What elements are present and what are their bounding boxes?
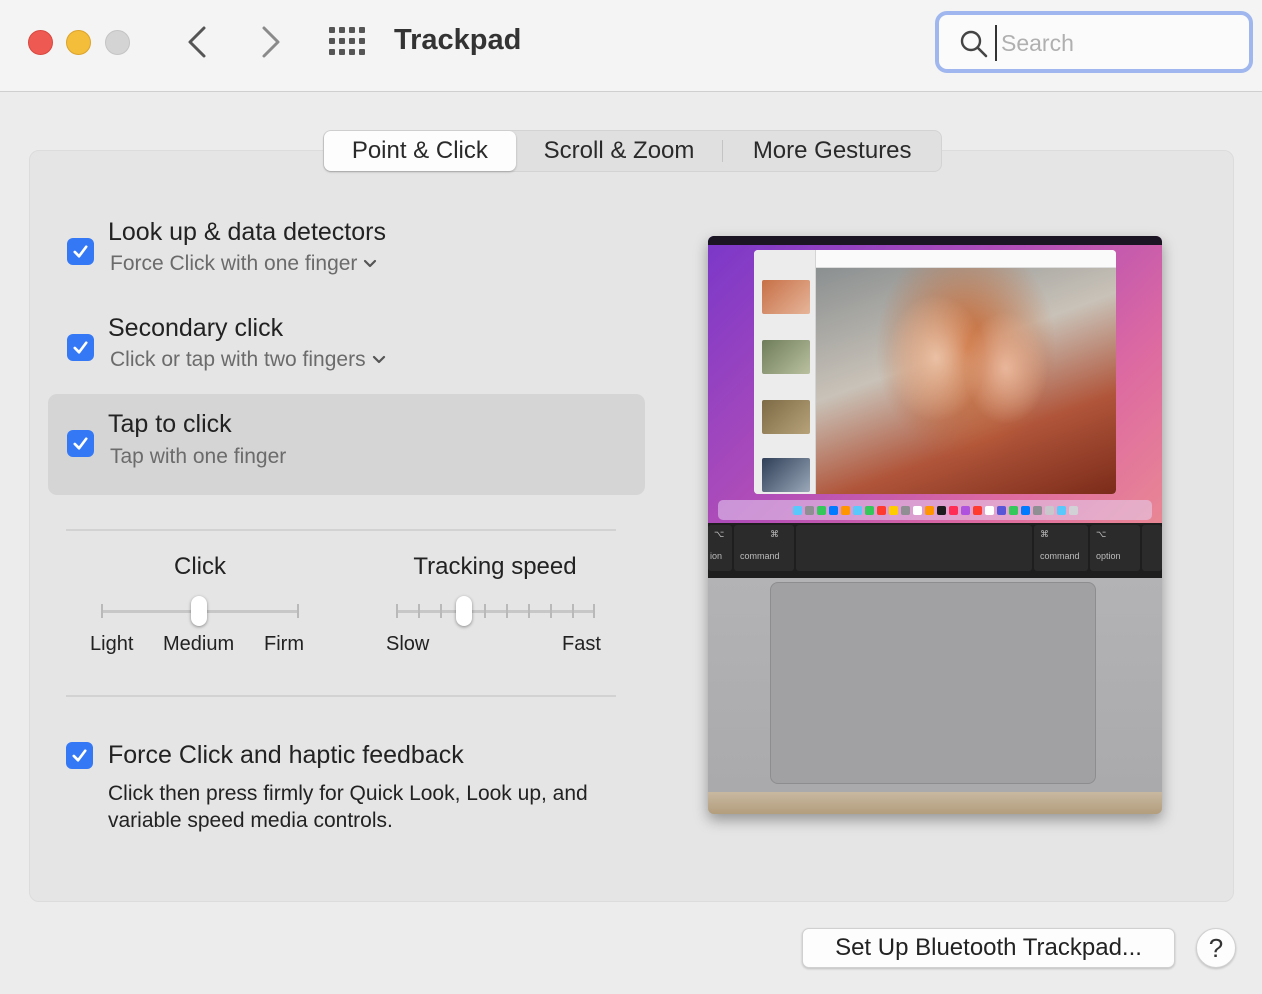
- tab-scroll-and-zoom[interactable]: Scroll & Zoom: [516, 131, 723, 171]
- slider-tick: [506, 604, 508, 618]
- gesture-preview-video: ⌥ ion ⌘ command ⌘ command ⌥ option: [708, 236, 1162, 814]
- tracking-label-slow: Slow: [386, 633, 430, 655]
- set-up-bluetooth-trackpad-button[interactable]: Set Up Bluetooth Trackpad...: [802, 928, 1175, 968]
- section-divider: [66, 529, 616, 531]
- force-click-checkbox[interactable]: [66, 742, 93, 769]
- chevron-down-icon: [372, 356, 385, 364]
- preview-thumbnail: [762, 340, 810, 374]
- slider-tick: [101, 604, 103, 618]
- tracking-speed-title: Tracking speed: [413, 553, 577, 580]
- secondary-click-title: Secondary click: [108, 314, 284, 342]
- chevron-right-icon: [262, 26, 280, 58]
- help-button[interactable]: ?: [1196, 928, 1236, 968]
- preview-sidebar: [754, 250, 816, 494]
- preview-thumbnail: [762, 400, 810, 434]
- search-input[interactable]: [995, 25, 1235, 61]
- preview-menubar: [708, 236, 1162, 245]
- tap-to-click-subtitle: Tap with one finger: [110, 445, 287, 468]
- slider-tick: [528, 604, 530, 618]
- preview-screen: [708, 236, 1162, 523]
- click-label-medium: Medium: [163, 633, 235, 655]
- tab-point-and-click[interactable]: Point & Click: [324, 131, 516, 171]
- chevron-down-icon: [364, 260, 377, 268]
- search-icon: [960, 30, 988, 58]
- slider-tick: [297, 604, 299, 618]
- slider-tick: [484, 604, 486, 618]
- tab-more-gestures[interactable]: More Gestures: [723, 131, 941, 171]
- preview-thumbnail: [762, 280, 810, 314]
- close-window-button[interactable]: [28, 30, 53, 55]
- preview-key: ⌘ command: [1034, 525, 1088, 571]
- secondary-click-checkbox[interactable]: [67, 334, 94, 361]
- lookup-subtitle: Force Click with one finger: [110, 252, 358, 275]
- preview-table-edge: [708, 792, 1162, 814]
- preview-key: [1142, 525, 1162, 571]
- slider-tick: [418, 604, 420, 618]
- click-label-firm: Firm: [264, 633, 304, 655]
- preview-thumbnail: [762, 458, 810, 492]
- click-slider-knob[interactable]: [191, 596, 207, 626]
- preview-key: ⌘ command: [734, 525, 794, 571]
- preview-key: ⌥ ion: [708, 525, 732, 571]
- checkmark-icon: [72, 749, 87, 762]
- slider-tick: [572, 604, 574, 618]
- slider-tick: [593, 604, 595, 618]
- section-divider: [66, 695, 616, 697]
- preview-keyboard: ⌥ ion ⌘ command ⌘ command ⌥ option: [708, 523, 1162, 578]
- checkmark-icon: [73, 341, 88, 354]
- minimize-window-button[interactable]: [66, 30, 91, 55]
- preview-dock: [718, 500, 1152, 520]
- tracking-speed-slider[interactable]: [396, 596, 595, 626]
- tap-to-click-checkbox[interactable]: [67, 430, 94, 457]
- title-bar: Trackpad: [0, 0, 1262, 92]
- slider-tick: [550, 604, 552, 618]
- slider-tick: [440, 604, 442, 618]
- lookup-checkbox[interactable]: [67, 238, 94, 265]
- show-all-button[interactable]: [328, 26, 366, 56]
- secondary-click-gesture-popup[interactable]: Click or tap with two fingers: [110, 348, 386, 372]
- checkmark-icon: [73, 437, 88, 450]
- click-slider[interactable]: [101, 596, 299, 626]
- checkmark-icon: [73, 245, 88, 258]
- search-field[interactable]: [935, 11, 1253, 73]
- zoom-window-button[interactable]: [105, 30, 130, 55]
- lookup-title: Look up & data detectors: [108, 218, 386, 246]
- preview-toolbar: [816, 250, 1116, 268]
- preview-spacebar: [796, 525, 1032, 571]
- click-slider-title: Click: [174, 553, 226, 580]
- tap-to-click-title: Tap to click: [108, 410, 232, 438]
- chevron-left-icon: [188, 26, 206, 58]
- tracking-speed-knob[interactable]: [456, 596, 472, 626]
- lookup-gesture-popup[interactable]: Force Click with one finger: [110, 252, 377, 276]
- click-label-light: Light: [90, 633, 134, 655]
- force-click-title: Force Click and haptic feedback: [108, 741, 464, 769]
- preview-key: ⌥ option: [1090, 525, 1140, 571]
- force-click-description: Click then press firmly for Quick Look, …: [108, 782, 588, 832]
- grid-icon: [329, 27, 365, 55]
- tracking-label-fast: Fast: [562, 633, 601, 655]
- preview-photo: [816, 268, 1116, 494]
- preview-trackpad: [770, 582, 1096, 784]
- slider-tick: [396, 604, 398, 618]
- tab-bar: Point & Click Scroll & Zoom More Gesture…: [323, 130, 942, 172]
- preview-photos-window: [754, 250, 1116, 494]
- back-button[interactable]: [178, 22, 218, 62]
- preview-laptop-body: [708, 578, 1162, 814]
- forward-button[interactable]: [250, 22, 290, 62]
- window-title: Trackpad: [394, 24, 522, 56]
- secondary-click-subtitle: Click or tap with two fingers: [110, 348, 366, 371]
